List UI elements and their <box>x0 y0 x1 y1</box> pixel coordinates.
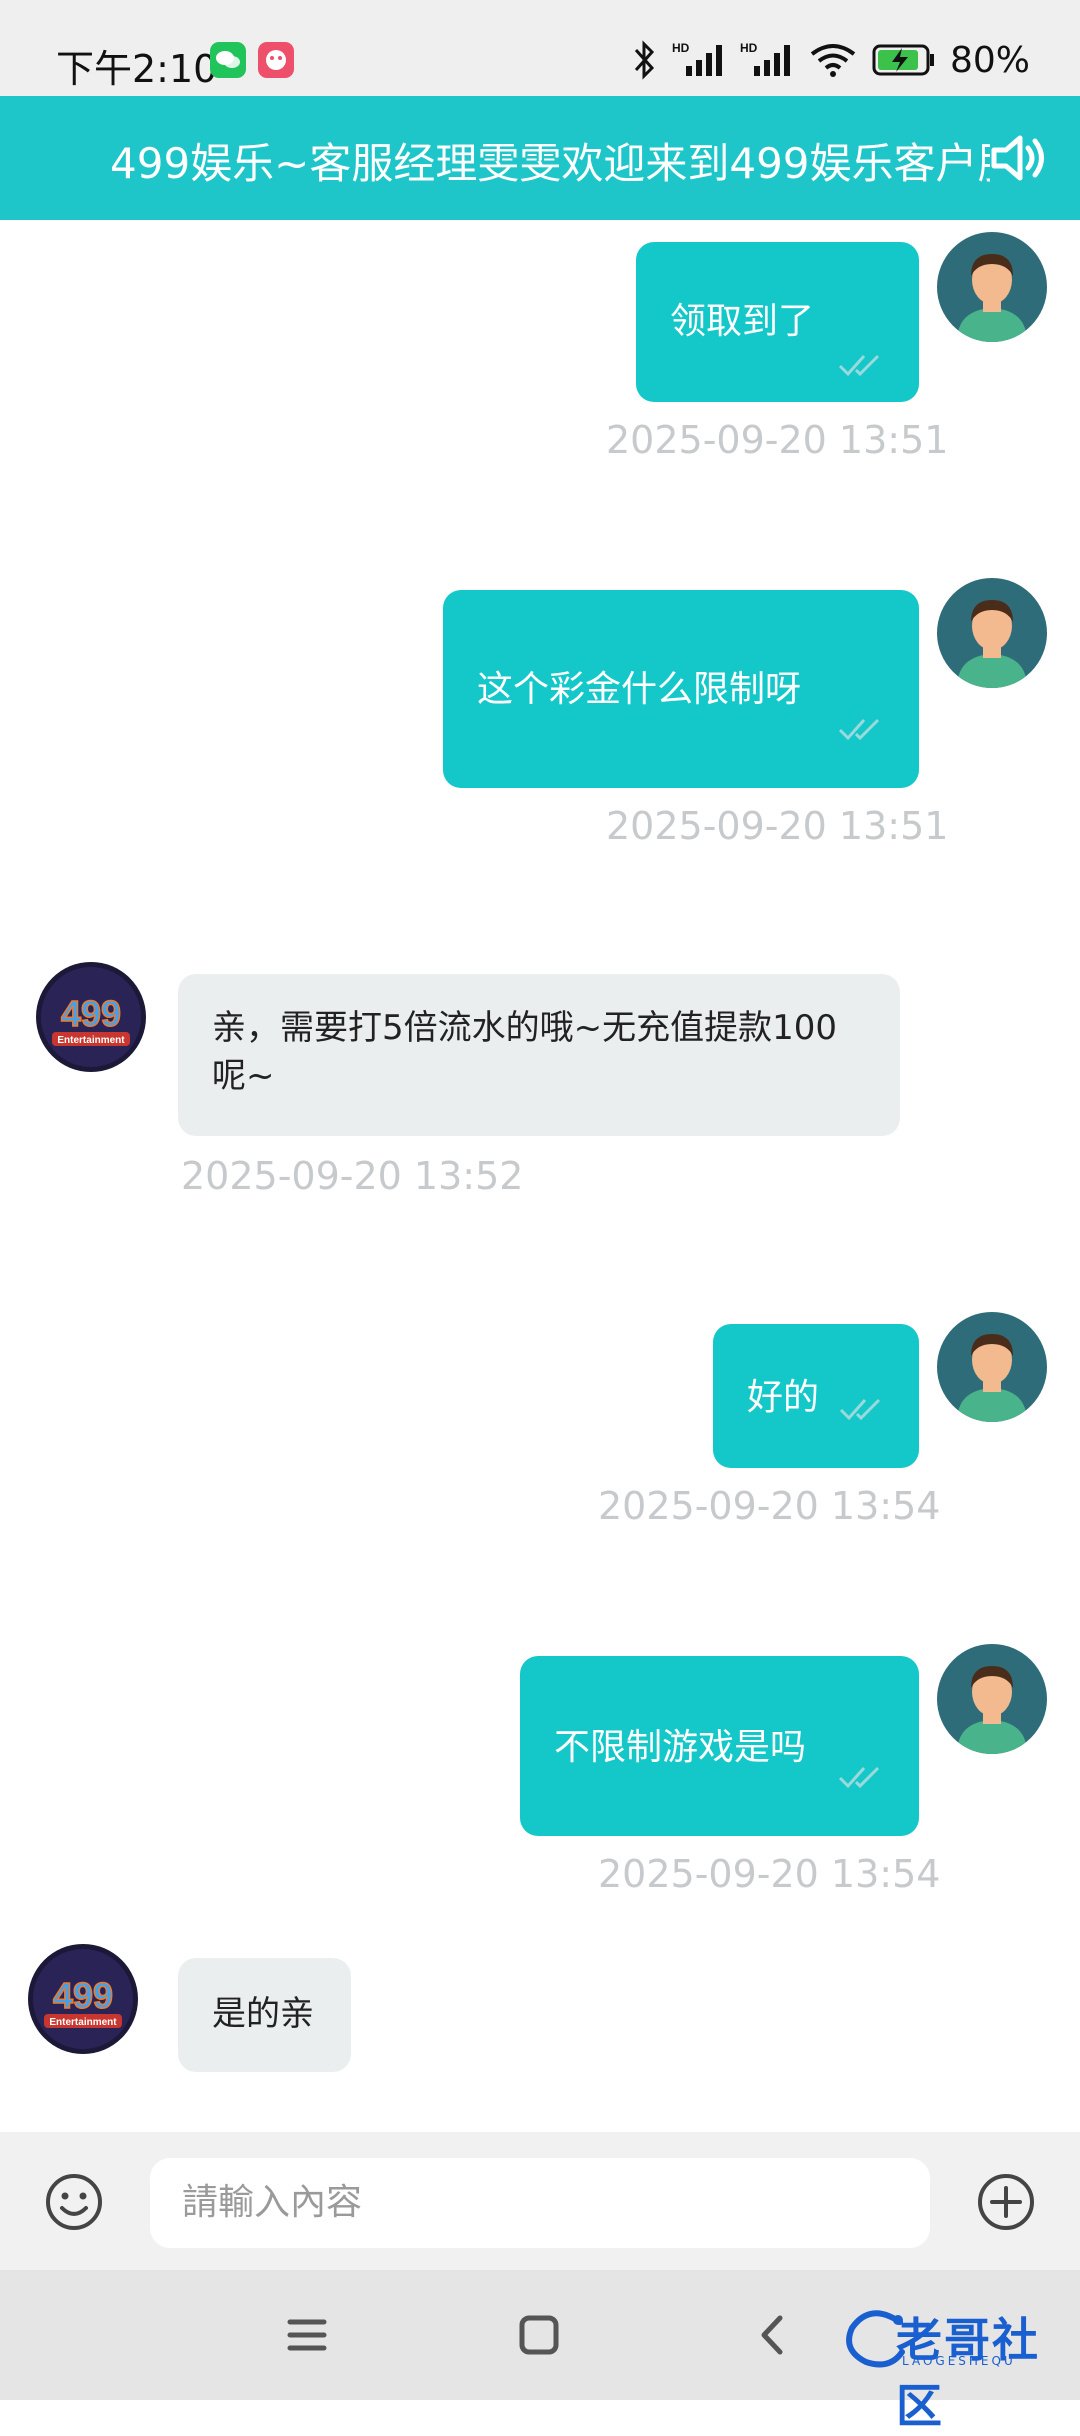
header-marquee: 499娱乐~客服经理雯雯欢迎来到499娱乐客户服务中心 <box>110 139 990 188</box>
incoming-bubble[interactable]: 亲，需要打5倍流水的哦~无充值提款100呢~ <box>178 974 900 1136</box>
status-time: 下午2:10 <box>56 47 218 91</box>
message-timestamp: 2025-09-20 13:52 <box>181 1154 524 1198</box>
svg-text:HD: HD <box>672 41 690 55</box>
wifi-icon <box>810 44 856 77</box>
message-text: 这个彩金什么限制呀 <box>477 669 802 710</box>
watermark-subtext: LAOGESHEQU <box>902 2354 1016 2368</box>
message-timestamp: 2025-09-20 13:51 <box>606 418 949 462</box>
battery-percent: 80% <box>949 39 1030 81</box>
svg-text:HD: HD <box>740 41 758 55</box>
message-timestamp: 2025-09-20 13:54 <box>598 1484 941 1528</box>
message-timestamp: 2025-09-20 13:51 <box>606 804 949 848</box>
read-check-icon <box>838 354 880 377</box>
outgoing-bubble[interactable]: 这个彩金什么限制呀 <box>443 590 919 788</box>
plus-circle-icon[interactable] <box>976 2172 1036 2232</box>
status-indicators: HD HD 80% <box>632 36 1030 84</box>
status-bar: 下午2:10 HD HD 80% <box>0 0 1080 96</box>
app-pink-icon <box>258 42 294 78</box>
hd-signal-icon: HD <box>740 41 790 76</box>
wechat-icon <box>210 42 246 78</box>
svg-text:499: 499 <box>53 1975 113 2016</box>
chat-header: 499娱乐~客服经理雯雯欢迎来到499娱乐客户服务中心 <box>0 96 1080 220</box>
message-text: 亲，需要打5倍流水的哦~无充值提款100呢~ <box>212 1008 838 1096</box>
outgoing-bubble[interactable]: 领取到了 <box>636 242 919 402</box>
read-check-icon <box>839 1398 881 1421</box>
message-input-bar: 請輸入內容 <box>0 2132 1080 2270</box>
back-icon[interactable] <box>748 2310 798 2360</box>
hd-signal-icon: HD <box>672 41 722 76</box>
chat-history[interactable]: 领取到了 2025-09-20 13:51 这个彩金什么限制呀 2025-09-… <box>0 220 1080 2132</box>
bluetooth-icon <box>634 40 655 80</box>
svg-text:Entertainment: Entertainment <box>49 2017 117 2028</box>
message-text: 好的 <box>747 1377 820 1418</box>
system-nav-bar: 老哥社区 LAOGESHEQU <box>0 2270 1080 2433</box>
watermark-text: 老哥社区 <box>896 2313 1040 2433</box>
message-timestamp: 2025-09-20 13:54 <box>598 1852 941 1896</box>
agent-avatar[interactable]: 499 Entertainment <box>36 962 146 1072</box>
read-check-icon <box>838 1766 880 1789</box>
battery-charging-icon <box>872 44 934 76</box>
outgoing-bubble[interactable]: 不限制游戏是吗 <box>520 1656 919 1836</box>
message-text: 不限制游戏是吗 <box>554 1727 807 1768</box>
message-text: 是的亲 <box>212 1994 314 2034</box>
user-avatar[interactable] <box>937 232 1047 342</box>
agent-avatar[interactable]: 499 Entertainment <box>28 1944 138 2054</box>
incoming-bubble[interactable]: 是的亲 <box>178 1958 351 2072</box>
watermark: 老哥社区 LAOGESHEQU <box>840 2298 1070 2433</box>
emoji-icon[interactable] <box>44 2172 104 2232</box>
message-text: 领取到了 <box>670 301 815 342</box>
outgoing-bubble[interactable]: 好的 <box>713 1324 919 1468</box>
speaker-icon[interactable] <box>986 126 1050 190</box>
home-square-icon[interactable] <box>514 2310 564 2360</box>
svg-text:Entertainment: Entertainment <box>57 1035 125 1046</box>
user-avatar[interactable] <box>937 578 1047 688</box>
menu-icon[interactable] <box>282 2310 332 2360</box>
read-check-icon <box>838 718 880 741</box>
user-avatar[interactable] <box>937 1312 1047 1422</box>
svg-text:499: 499 <box>61 993 121 1034</box>
user-avatar[interactable] <box>937 1644 1047 1754</box>
message-input[interactable]: 請輸入內容 <box>150 2158 930 2248</box>
